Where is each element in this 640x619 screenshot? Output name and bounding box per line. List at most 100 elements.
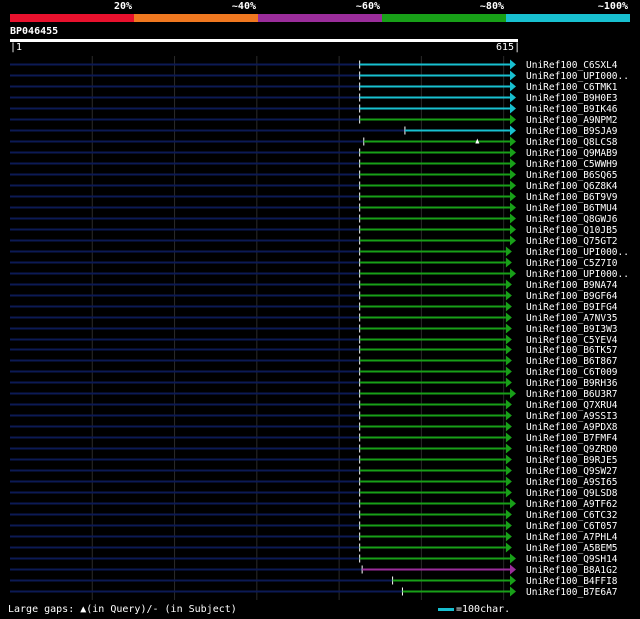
hit-label: UniRef100_C6TMK1 [526,82,618,93]
hit-label: UniRef100_B6U3R7 [526,389,618,400]
hit-arrow [510,388,516,399]
hit-label: UniRef100_B8A1G2 [526,565,618,576]
hit-label: UniRef100_UPI000.. [526,71,629,82]
hit-arrow [510,158,516,169]
hit-arrow [510,224,516,235]
hit-label: UniRef100_A9SI65 [526,477,618,488]
hit-label: UniRef100_B9IFG4 [526,302,618,313]
hit-arrow [510,586,516,597]
hit-label: UniRef100_B9NA74 [526,280,618,291]
hit-label: UniRef100_Q10JB5 [526,225,618,236]
hit-label: UniRef100_B9H0E3 [526,93,618,104]
hit-arrow [505,520,512,531]
hit-arrow [505,531,512,542]
hit-arrow [510,553,516,564]
hit-arrow [505,290,512,301]
hit-arrow [510,136,516,147]
hit-label: UniRef100_Q9SH14 [526,554,618,565]
hit-label: UniRef100_A9SSI3 [526,411,618,422]
hit-arrow [510,191,516,202]
hit-label: UniRef100_A9NPM2 [526,115,618,126]
hit-label: UniRef100_B9RJE5 [526,455,618,466]
hit-arrow [510,81,516,92]
hit-label: UniRef100_Q8LCS8 [526,137,618,148]
hit-arrow [510,564,516,575]
hit-arrow [505,443,512,454]
hit-label: UniRef100_B9I3W3 [526,324,618,335]
hit-arrow [505,476,512,487]
scale-swatch [438,608,454,611]
hit-arrow [510,147,516,158]
hit-label: UniRef100_Q6Z8K4 [526,181,618,192]
hit-label: UniRef100_B6T9V9 [526,192,618,203]
hit-arrow [510,575,516,586]
hit-arrow [510,125,516,136]
hit-arrow [505,279,512,290]
hit-arrow [510,213,516,224]
hit-label: UniRef100_UPI000.. [526,247,629,258]
hit-arrow [505,257,512,268]
hit-arrow [510,59,516,70]
alignment-plot: UniRef100_C6SXL4UniRef100_UPI000..UniRef… [10,56,629,600]
hit-arrow [510,180,516,191]
hit-arrow [510,202,516,213]
hit-arrow [505,366,512,377]
hit-label: UniRef100_C6TC32 [526,510,618,521]
hit-arrow [505,421,512,432]
hit-arrow [505,377,512,388]
hit-arrow [505,301,512,312]
hit-label: UniRef100_Q9MAB9 [526,148,618,159]
hit-label: UniRef100_C5WWH9 [526,159,618,170]
hit-arrow [510,92,516,103]
hit-label: UniRef100_B6T867 [526,356,618,367]
hit-label: UniRef100_B6TMU4 [526,203,618,214]
hit-arrow [505,334,512,345]
hit-label: UniRef100_Q75GT2 [526,236,618,247]
hit-arrow [505,246,512,257]
hit-label: UniRef100_Q8GWJ6 [526,214,618,225]
hit-label: UniRef100_B6TK57 [526,345,618,356]
hit-arrow [505,542,512,553]
hit-arrow [505,312,512,323]
hit-label: UniRef100_A5BEM5 [526,543,618,554]
hit-arrow [505,465,512,476]
gaps-legend: Large gaps: ▲(in Query)/- (in Subject) [8,604,237,615]
hit-arrow [505,410,512,421]
hit-label: UniRef100_A9TF62 [526,499,618,510]
hit-arrow [510,70,516,81]
hit-label: UniRef100_Q9SW27 [526,466,618,477]
hit-arrow [505,323,512,334]
hit-label: UniRef100_C5Z7I0 [526,258,618,269]
hit-arrow [510,103,516,114]
hit-arrow [505,399,512,410]
hit-label: UniRef100_UPI000.. [526,269,629,280]
hit-label: UniRef100_B9GF64 [526,291,618,302]
hit-arrow [510,235,516,246]
hit-arrow [510,169,516,180]
hit-label: UniRef100_C6T057 [526,521,618,532]
hit-label: UniRef100_B6SQ65 [526,170,618,181]
hit-label: UniRef100_Q7XRU4 [526,400,618,411]
hit-label: UniRef100_A9PDX8 [526,422,618,433]
hit-arrow [505,432,512,443]
hit-label: UniRef100_A7PHL4 [526,532,618,543]
hit-label: UniRef100_C6T009 [526,367,618,378]
scale-legend: =100char. [438,604,510,615]
hit-arrow [505,355,512,366]
hit-label: UniRef100_B9RH36 [526,378,618,389]
hit-label: UniRef100_A7NV35 [526,313,618,324]
hit-label: UniRef100_Q9ZRD0 [526,444,618,455]
hit-label: UniRef100_B7FMF4 [526,433,618,444]
hit-label: UniRef100_C6SXL4 [526,60,618,71]
hit-label: UniRef100_B9SJA9 [526,126,618,137]
hit-arrow [505,454,512,465]
hit-arrow [505,509,512,520]
hit-label: UniRef100_B7E6A7 [526,587,618,598]
scale-text: =100char. [456,604,511,615]
hit-label: UniRef100_Q9LSD8 [526,488,618,499]
hit-arrow [510,498,516,509]
hit-arrow [505,487,512,498]
hit-arrow [505,344,512,355]
hit-label: UniRef100_B9IK46 [526,104,618,115]
hit-arrow [510,268,516,279]
